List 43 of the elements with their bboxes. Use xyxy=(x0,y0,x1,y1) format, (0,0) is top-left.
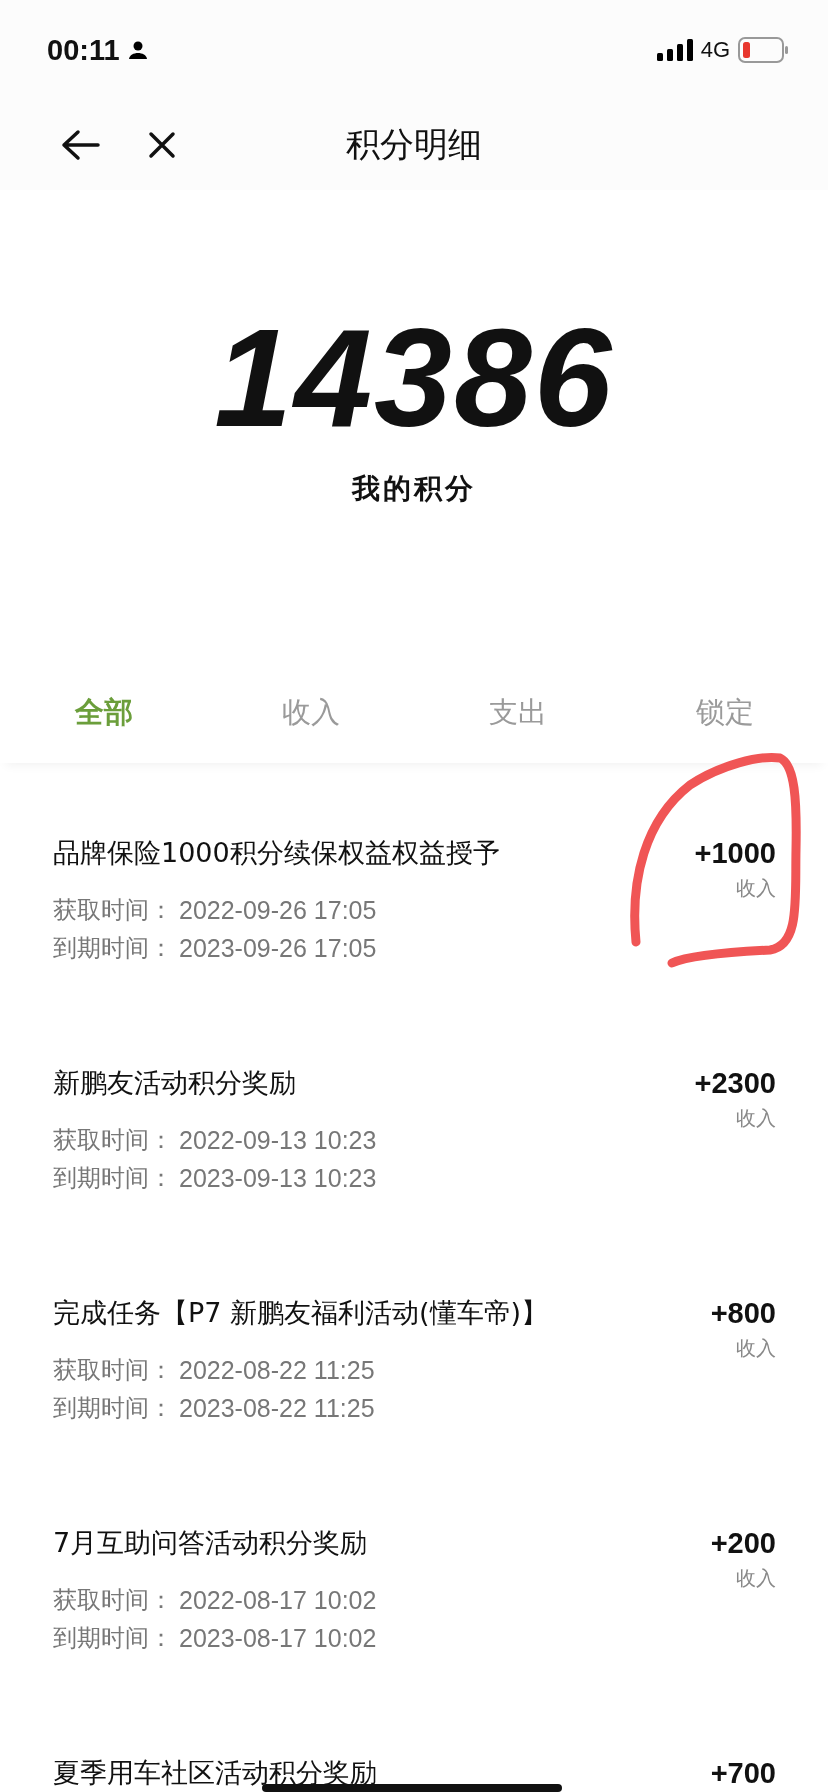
date-value: 2023-09-13 10:23 xyxy=(179,1163,377,1193)
record-type: 收入 xyxy=(736,1565,776,1592)
date-value: 2023-08-17 10:02 xyxy=(179,1623,377,1653)
date-label: 到期时间： xyxy=(53,933,173,964)
date-value: 2022-09-13 10:23 xyxy=(179,1125,377,1155)
date-label: 获取时间： xyxy=(53,1125,173,1156)
date-label: 到期时间： xyxy=(53,1393,173,1424)
signal-icon xyxy=(656,39,693,61)
record-type: 收入 xyxy=(736,875,776,902)
back-icon[interactable] xyxy=(60,129,100,161)
date-label: 获取时间： xyxy=(53,1355,173,1386)
record-points: +700 xyxy=(710,1756,776,1790)
close-icon[interactable] xyxy=(148,131,176,159)
filter-tab[interactable]: 锁定 xyxy=(695,693,754,733)
date-value: 2022-08-22 11:25 xyxy=(179,1355,375,1385)
record-points: +200 xyxy=(710,1526,776,1560)
date-label: 获取时间： xyxy=(53,1585,173,1616)
date-value: 2022-08-17 10:02 xyxy=(179,1585,377,1615)
date-value: 2023-08-22 11:25 xyxy=(179,1393,375,1423)
date-value: 2023-09-26 17:05 xyxy=(179,933,377,963)
points-total: 14386 xyxy=(214,308,614,448)
status-time: 00:11 xyxy=(47,33,120,67)
record-title: 7月互助问答活动积分奖励 xyxy=(53,1527,368,1559)
page-title: 积分明细 xyxy=(345,123,483,166)
person-icon xyxy=(127,40,148,60)
date-label: 到期时间： xyxy=(53,1163,173,1194)
battery-icon xyxy=(738,37,788,63)
date-label: 到期时间： xyxy=(53,1623,173,1654)
filter-tab[interactable]: 全部 xyxy=(74,693,133,733)
filter-tab[interactable]: 支出 xyxy=(488,693,547,733)
record-title: 新鹏友活动积分奖励 xyxy=(53,1067,296,1099)
record-points: +2300 xyxy=(694,1066,776,1100)
record-type: 收入 xyxy=(736,1105,776,1132)
record-title: 品牌保险1000积分续保权益权益授予 xyxy=(53,837,500,869)
record-type: 收入 xyxy=(736,1335,776,1362)
record-points: +800 xyxy=(710,1296,776,1330)
network-label: 4G xyxy=(700,37,730,63)
record-points: +1000 xyxy=(694,836,776,870)
filter-tab[interactable]: 收入 xyxy=(281,693,340,733)
points-label: 我的积分 xyxy=(352,471,476,507)
record-title: 完成任务【P7 新鹏友福利活动(懂车帝)】 xyxy=(53,1297,549,1329)
date-label: 获取时间： xyxy=(53,895,173,926)
date-value: 2022-09-26 17:05 xyxy=(179,895,377,925)
